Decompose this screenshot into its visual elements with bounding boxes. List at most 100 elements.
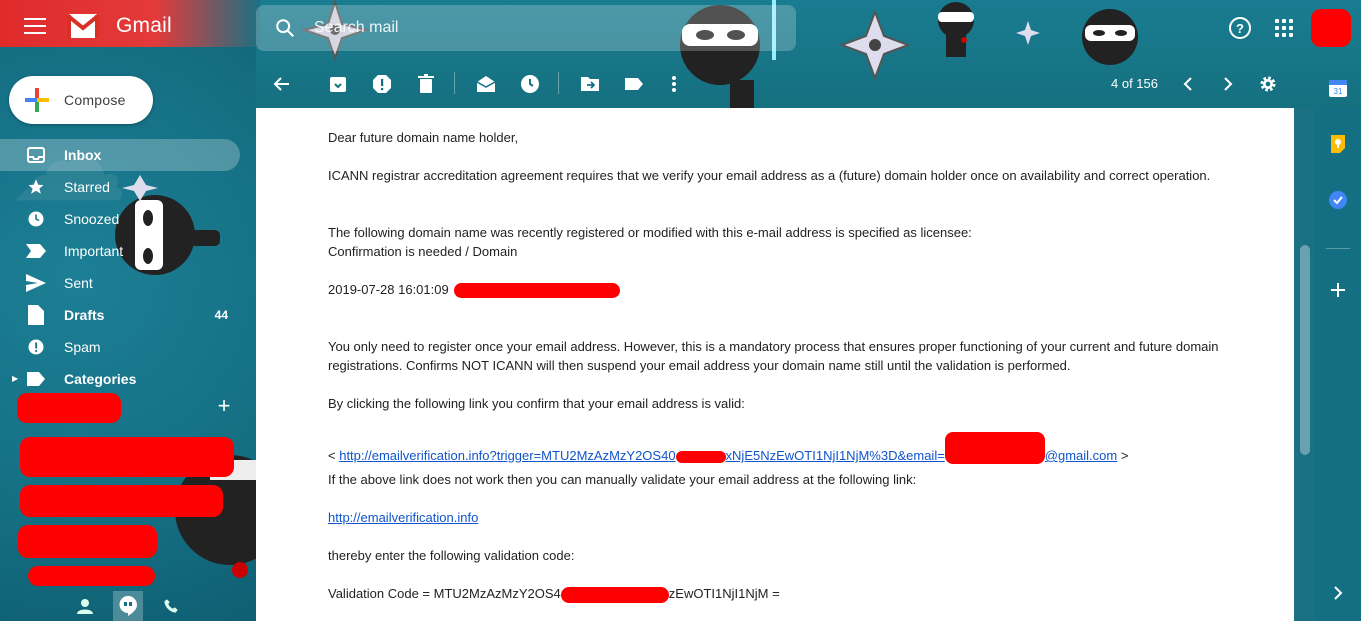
link-text: http://emailverification.info?trigger=MT… — [339, 448, 676, 463]
link-text: @gmail.com — [1044, 448, 1118, 463]
pagination-text: 4 of 156 — [1111, 76, 1158, 91]
inbox-icon — [26, 145, 46, 165]
move-to-icon[interactable] — [580, 74, 600, 94]
paragraph-text: If the above link does not work then you… — [328, 472, 917, 487]
search-input[interactable] — [314, 19, 714, 37]
redacted-domain — [454, 283, 621, 299]
paragraph-text: By clicking the following link you confi… — [328, 396, 745, 411]
side-panel: 31 — [1314, 60, 1361, 621]
label-icon — [26, 369, 46, 389]
search-icon[interactable] — [274, 17, 296, 39]
redacted-token — [675, 450, 726, 463]
redacted-code — [560, 586, 669, 603]
back-arrow-icon[interactable] — [272, 74, 292, 94]
code-text: zEwOTI1NjI1NjM = — [668, 586, 780, 601]
drafts-count: 44 — [214, 308, 228, 322]
expand-panel-icon[interactable] — [1328, 583, 1348, 603]
sidebar-item-label: Snoozed — [64, 211, 120, 227]
mark-unread-icon[interactable] — [476, 74, 496, 94]
paragraph-text: Confirmation is needed / Domain — [328, 244, 518, 259]
paragraph-text: thereby enter the following validation c… — [328, 548, 575, 563]
message-toolbar: 4 of 156 — [256, 64, 1296, 104]
timestamp-line: 2019-07-28 16:01:09 — [328, 280, 621, 299]
add-addon-icon[interactable] — [1328, 280, 1348, 300]
phone-icon[interactable] — [161, 596, 181, 616]
link-text: xNjE5NzEwOTI1NjI1NjM%3D&email= — [725, 448, 945, 463]
sidebar-item-label: Inbox — [64, 147, 102, 163]
sidebar-item-label: Drafts — [64, 307, 105, 323]
compose-button[interactable]: Compose — [9, 76, 153, 124]
search-bar[interactable] — [256, 5, 796, 51]
keep-icon[interactable] — [1328, 134, 1348, 154]
chevron-right-icon[interactable] — [1218, 74, 1238, 94]
apps-grid-icon[interactable] — [1275, 19, 1293, 37]
app-name: Gmail — [116, 14, 172, 37]
plus-icon — [25, 88, 49, 112]
redacted-label — [20, 437, 234, 477]
sidebar-item-snoozed[interactable]: Snoozed — [0, 203, 240, 235]
account-avatar[interactable] — [1311, 9, 1351, 47]
star-icon — [26, 177, 46, 197]
add-label-button[interactable]: + — [216, 395, 232, 417]
person-icon[interactable] — [75, 596, 95, 616]
redacted-label — [20, 485, 223, 517]
paragraph-text: ICANN registrar accreditation agreement … — [328, 168, 1211, 183]
toolbar-divider — [454, 72, 455, 94]
code-text: Validation Code = MTU2MzAzMzY2OS4 — [328, 586, 561, 601]
redacted-label — [18, 525, 157, 558]
label-as-icon[interactable] — [624, 74, 644, 94]
sidebar-item-categories[interactable]: ▶ Categories — [0, 363, 240, 395]
validation-code-line: Validation Code = MTU2MzAzMzY2OS4 zEwOTI1… — [328, 584, 780, 603]
paragraph-text: The following domain name was recently r… — [328, 225, 972, 240]
important-icon — [26, 241, 46, 261]
sidebar-item-label: Categories — [64, 371, 137, 387]
redacted-email — [944, 432, 1045, 464]
more-options-icon[interactable] — [664, 74, 684, 94]
verification-link-line: < http://emailverification.info?trigger=… — [328, 432, 1128, 465]
timestamp-text: 2019-07-28 16:01:09 — [328, 282, 449, 297]
sidebar-item-drafts[interactable]: Drafts 44 — [0, 299, 240, 331]
gmail-logo[interactable]: Gmail — [66, 12, 172, 40]
redacted-label — [28, 566, 155, 586]
chevron-left-icon[interactable] — [1178, 74, 1198, 94]
svg-text:?: ? — [1236, 21, 1244, 36]
scrollbar-thumb[interactable] — [1300, 245, 1310, 455]
tasks-icon[interactable] — [1328, 190, 1348, 210]
sidebar-item-starred[interactable]: Starred — [0, 171, 240, 203]
compose-label: Compose — [64, 92, 126, 108]
sidebar-item-important[interactable]: Important — [0, 235, 240, 267]
sidebar-item-label: Sent — [64, 275, 93, 291]
paragraph-text: You only need to register once your emai… — [328, 339, 1219, 373]
settings-gear-icon[interactable] — [1258, 74, 1278, 94]
sidebar-item-spam[interactable]: Spam — [0, 331, 240, 363]
email-body-panel: Dear future domain name holder, ICANN re… — [256, 108, 1294, 621]
verification-site-link[interactable]: http://emailverification.info — [328, 510, 478, 525]
sidebar-item-inbox[interactable]: Inbox — [0, 139, 240, 171]
clock-icon — [26, 209, 46, 229]
svg-text:31: 31 — [1334, 87, 1343, 96]
link-bracket: > — [1117, 448, 1129, 463]
delete-icon[interactable] — [416, 74, 436, 94]
verification-link[interactable]: http://emailverification.info?trigger=MT… — [339, 432, 1118, 464]
snooze-icon[interactable] — [520, 74, 540, 94]
help-icon[interactable]: ? — [1228, 16, 1252, 40]
sidebar-item-label: Starred — [64, 179, 110, 195]
main-menu-button[interactable] — [24, 18, 46, 34]
panel-divider — [1326, 248, 1350, 249]
sidebar-item-sent[interactable]: Sent — [0, 267, 240, 299]
greeting-text: Dear future domain name holder, — [328, 130, 519, 145]
spam-icon — [26, 337, 46, 357]
archive-icon[interactable] — [328, 74, 348, 94]
report-spam-icon[interactable] — [372, 74, 392, 94]
calendar-icon[interactable]: 31 — [1328, 78, 1348, 98]
sidebar-item-label: Spam — [64, 339, 101, 355]
draft-icon — [26, 305, 46, 325]
expand-arrow-icon[interactable]: ▶ — [12, 374, 18, 383]
hangouts-bar — [0, 591, 256, 621]
sidebar-item-label: Important — [64, 243, 124, 259]
redacted-label — [17, 393, 121, 423]
link-bracket: < — [328, 448, 340, 463]
hangouts-icon[interactable] — [113, 591, 143, 621]
toolbar-divider — [558, 72, 559, 94]
gmail-m-icon — [66, 13, 100, 38]
